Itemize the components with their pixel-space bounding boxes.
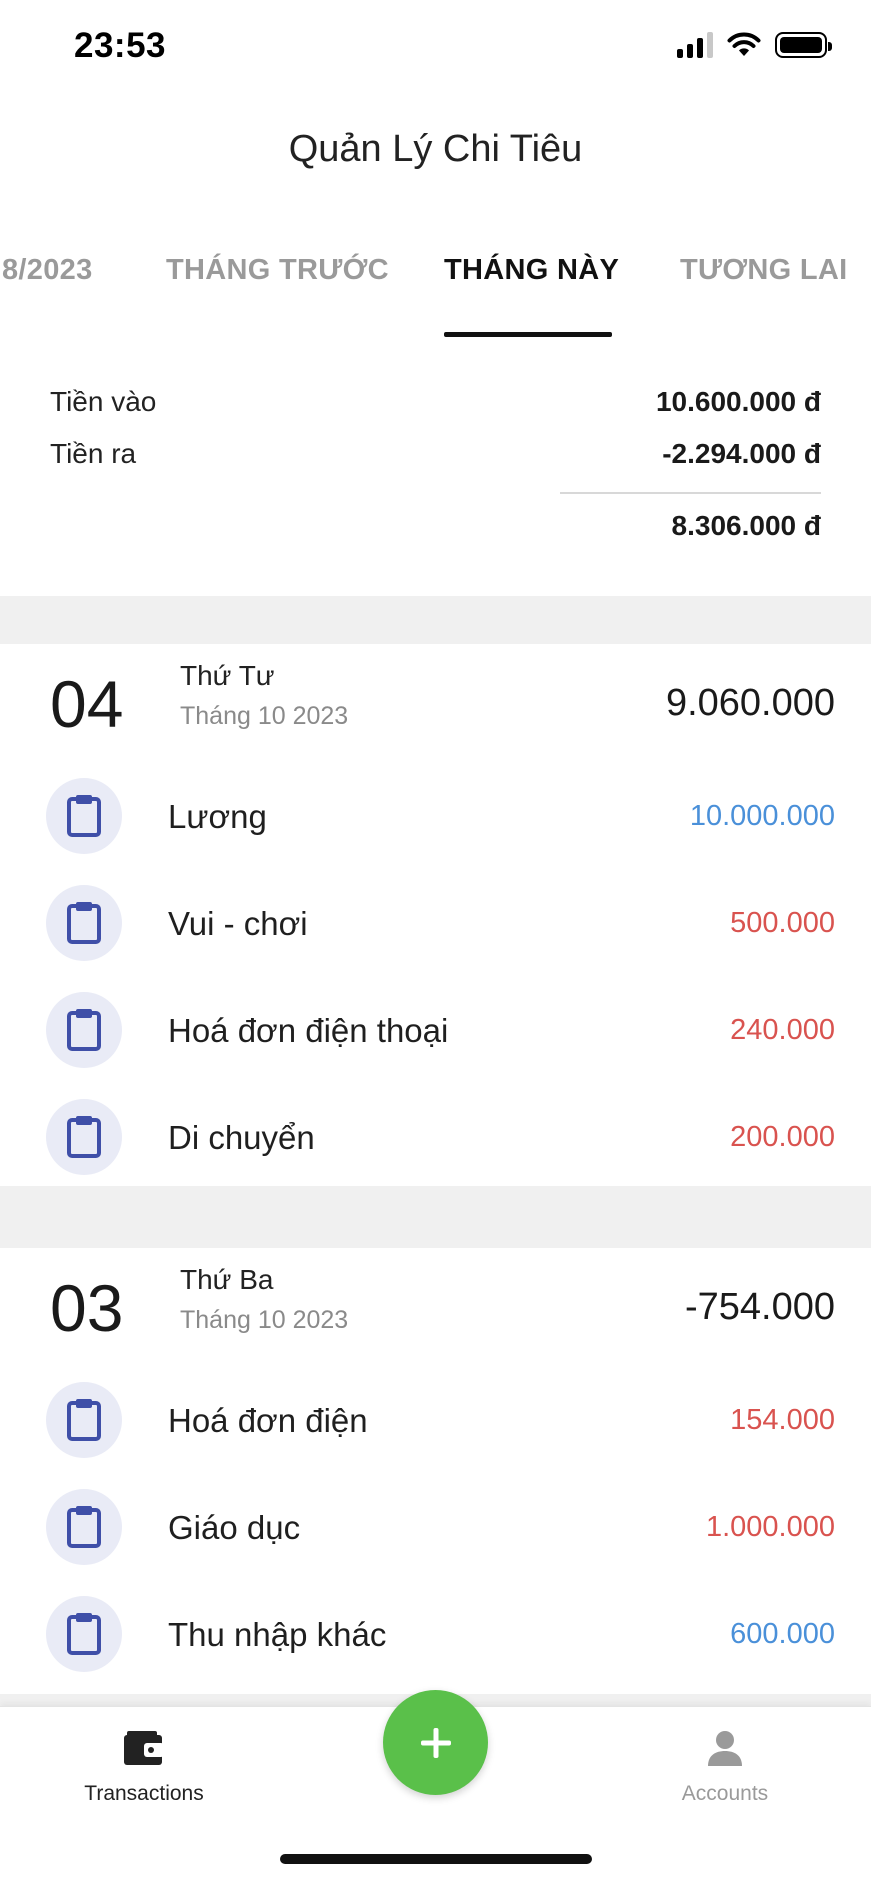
expense-label: Tiền ra [50, 438, 137, 469]
transaction-amount: 1.000.000 [705, 1511, 835, 1543]
clipboard-icon [46, 1099, 122, 1175]
clipboard-icon [46, 885, 122, 961]
transaction-row[interactable]: Giáo dục 1.000.000 [0, 1475, 871, 1582]
transaction-amount: 500.000 [730, 907, 835, 939]
transaction-row[interactable]: Hoá đơn điện thoại 240.000 [0, 978, 871, 1085]
summary-divider [560, 492, 821, 494]
period-tabs: 8/2023 THÁNG TRƯỚC THÁNG NÀY TƯƠNG LAI [0, 240, 871, 337]
day-total: 9.060.000 [665, 682, 835, 724]
status-icons [677, 32, 832, 58]
day-section: 04 Thứ Tư Tháng 10 2023 9.060.000 Lương … [0, 644, 871, 1186]
home-indicator [280, 1854, 592, 1864]
income-row: Tiền vào 10.600.000 đ [50, 386, 821, 426]
transaction-amount: 240.000 [730, 1014, 835, 1046]
section-separator [0, 1186, 871, 1248]
transaction-name: Giáo dục [168, 1509, 301, 1546]
transaction-row[interactable]: Di chuyển 200.000 [0, 1085, 871, 1192]
nav-accounts[interactable]: Accounts [625, 1729, 825, 1806]
day-header: 04 Thứ Tư Tháng 10 2023 9.060.000 [0, 644, 871, 764]
day-weekday: Thứ Tư [180, 660, 275, 691]
day-month: Tháng 10 2023 [180, 1306, 349, 1334]
active-tab-indicator [444, 332, 612, 337]
cellular-signal-icon [677, 32, 713, 58]
transaction-amount: 154.000 [730, 1404, 835, 1436]
add-transaction-button[interactable] [383, 1690, 488, 1795]
page-title: Quản Lý Chi Tiêu [288, 128, 583, 170]
transaction-name: Di chuyển [168, 1119, 315, 1156]
day-number: 04 [50, 667, 124, 741]
transaction-amount: 10.000.000 [689, 800, 835, 832]
wifi-icon [727, 32, 761, 56]
expense-value: -2.294.000 đ [662, 438, 821, 469]
day-header: 03 Thứ Ba Tháng 10 2023 -754.000 [0, 1248, 871, 1368]
transaction-amount: 200.000 [730, 1121, 835, 1153]
tab-last-month[interactable]: THÁNG TRƯỚC [166, 254, 389, 287]
transaction-row[interactable]: Vui - chơi 500.000 [0, 871, 871, 978]
transaction-row[interactable]: Lương 10.000.000 [0, 764, 871, 871]
plus-icon [420, 1727, 451, 1758]
transaction-amount: 600.000 [730, 1618, 835, 1650]
tab-future[interactable]: TƯƠNG LAI [680, 254, 847, 287]
clipboard-icon [46, 992, 122, 1068]
expense-row: Tiền ra -2.294.000 đ [50, 438, 821, 478]
nav-transactions[interactable]: Transactions [44, 1729, 244, 1806]
battery-icon [775, 32, 832, 58]
person-icon [708, 1731, 742, 1766]
transaction-row[interactable]: Hoá đơn điện 154.000 [0, 1368, 871, 1475]
transaction-name: Vui - chơi [168, 905, 308, 942]
nav-accounts-label: Accounts [681, 1782, 769, 1805]
transaction-row[interactable]: Thu nhập khác 600.000 [0, 1582, 871, 1689]
clipboard-icon [46, 1382, 122, 1458]
tab-this-month[interactable]: THÁNG NÀY [444, 254, 619, 287]
section-separator [0, 596, 871, 644]
transaction-name: Hoá đơn điện [168, 1402, 368, 1439]
balance-value: 8.306.000 đ [671, 510, 821, 541]
day-month: Tháng 10 2023 [180, 702, 349, 730]
transaction-name: Thu nhập khác [168, 1616, 387, 1653]
nav-transactions-label: Transactions [84, 1782, 204, 1805]
clipboard-icon [46, 1596, 122, 1672]
transaction-name: Lương [168, 798, 267, 835]
balance-row: 8.306.000 đ [50, 510, 821, 550]
income-label: Tiền vào [50, 386, 157, 417]
income-value: 10.600.000 đ [655, 386, 821, 417]
day-weekday: Thứ Ba [180, 1264, 274, 1295]
transaction-name: Hoá đơn điện thoại [168, 1012, 449, 1049]
day-section: 03 Thứ Ba Tháng 10 2023 -754.000 Hoá đơn… [0, 1248, 871, 1694]
clipboard-icon [46, 1489, 122, 1565]
status-bar: 23:53 [0, 0, 871, 96]
wallet-icon [124, 1731, 164, 1765]
status-time: 23:53 [74, 26, 167, 65]
tab-previous-2-month[interactable]: 8/2023 [2, 254, 93, 287]
day-total: -754.000 [684, 1286, 835, 1328]
day-number: 03 [50, 1271, 124, 1345]
clipboard-icon [46, 778, 122, 854]
